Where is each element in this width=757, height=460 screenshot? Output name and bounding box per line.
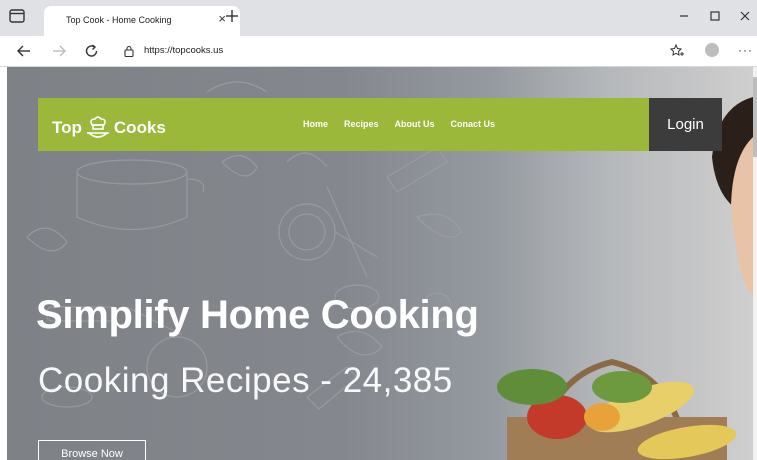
- profile-avatar[interactable]: [705, 43, 719, 57]
- hero-title: Simplify Home Cooking: [36, 293, 479, 337]
- login-button[interactable]: Login: [649, 98, 722, 151]
- minimize-icon[interactable]: [675, 8, 693, 24]
- page-viewport: Top Cooks Home Recipes About Us Conact U…: [7, 67, 753, 460]
- browser-tab[interactable]: Top Cook - Home Cooking ×: [44, 6, 240, 36]
- nav-recipes[interactable]: Recipes: [344, 119, 379, 129]
- scrollbar-thumb[interactable]: [753, 77, 757, 157]
- forward-arrow-icon[interactable]: [51, 44, 67, 58]
- maximize-icon[interactable]: [706, 8, 724, 24]
- lock-icon[interactable]: [124, 45, 134, 57]
- nav-menu: Home Recipes About Us Conact Us: [303, 119, 495, 129]
- url-text: https://topcooks.us: [144, 45, 224, 56]
- tab-title: Top Cook - Home Cooking: [66, 15, 172, 25]
- new-tab-icon[interactable]: [224, 8, 240, 24]
- browse-now-button[interactable]: Browse Now: [38, 440, 146, 460]
- add-favorite-icon[interactable]: [670, 44, 684, 58]
- refresh-icon[interactable]: [84, 44, 100, 58]
- chef-hat-icon: [86, 116, 109, 138]
- back-arrow-icon[interactable]: [16, 44, 32, 58]
- nav-contact-us[interactable]: Conact Us: [451, 119, 496, 129]
- site-logo[interactable]: Top Cooks: [52, 113, 166, 143]
- tab-actions-icon[interactable]: [9, 9, 25, 23]
- nav-about-us[interactable]: About Us: [395, 119, 435, 129]
- hero-subtitle: Cooking Recipes - 24,385: [38, 361, 453, 400]
- page-scrollbar[interactable]: [753, 67, 757, 460]
- logo-text-cooks: Cooks: [113, 118, 166, 137]
- site-navbar: Top Cooks Home Recipes About Us Conact U…: [38, 98, 649, 151]
- close-window-icon[interactable]: [736, 8, 754, 24]
- more-options-icon[interactable]: ···: [738, 43, 753, 57]
- tab-bar: Top Cook - Home Cooking ×: [0, 0, 757, 36]
- address-bar-row: https://topcooks.us ···: [0, 36, 757, 67]
- url-field[interactable]: https://topcooks.us: [112, 39, 692, 63]
- nav-home[interactable]: Home: [303, 119, 328, 129]
- logo-text-top: Top: [52, 118, 82, 137]
